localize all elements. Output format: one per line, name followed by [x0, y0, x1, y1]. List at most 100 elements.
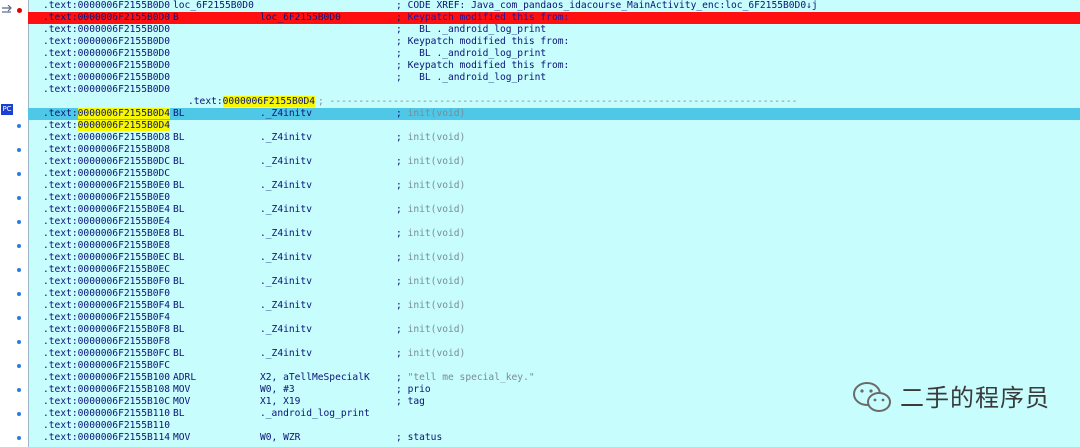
line-dot-icon[interactable]: [17, 340, 21, 344]
row-mnemonic[interactable]: BL: [173, 180, 185, 192]
line-dot-icon[interactable]: [17, 172, 21, 176]
listing-row[interactable]: .text:0000006F2155B0E8 BL ._Z4initv ; init(…: [28, 228, 1080, 240]
row-address[interactable]: .text:0000006F2155B0D0: [43, 60, 170, 72]
left-gutter[interactable]: PC: [0, 0, 29, 447]
row-mnemonic[interactable]: BL: [173, 324, 185, 336]
row-address[interactable]: .text:0000006F2155B0E8: [43, 228, 170, 240]
row-address[interactable]: .text:0000006F2155B110: [43, 420, 170, 432]
row-mnemonic[interactable]: MOV: [173, 396, 190, 408]
row-address[interactable]: .text:0000006F2155B0E8: [43, 240, 170, 252]
listing-row[interactable]: .text:0000006F2155B0F4: [28, 312, 1080, 324]
row-address[interactable]: .text:0000006F2155B100: [43, 372, 170, 384]
listing-row[interactable]: .text:0000006F2155B0D0 Bloc_6F2155B0D0 ; K…: [28, 12, 1080, 24]
listing-row[interactable]: .text:0000006F2155B0D0 loc_6F2155B0D0 ; CO…: [28, 0, 1080, 12]
line-dot-icon[interactable]: [17, 292, 21, 296]
listing-row[interactable]: .text:0000006F2155B0D8: [28, 144, 1080, 156]
listing-row[interactable]: .text:0000006F2155B0E8: [28, 240, 1080, 252]
row-mnemonic[interactable]: loc_6F2155B0D0: [173, 0, 254, 12]
listing-row[interactable]: .text:0000006F2155B0D4: [28, 120, 1080, 132]
listing-row[interactable]: .text:0000006F2155B0F8 BL ._Z4initv ; init(…: [28, 324, 1080, 336]
row-mnemonic[interactable]: BL: [173, 228, 185, 240]
row-address[interactable]: .text:0000006F2155B0D0: [43, 84, 170, 96]
row-operand[interactable]: ._Z4initv: [260, 180, 312, 192]
row-address[interactable]: .text:0000006F2155B0F4: [43, 300, 170, 312]
row-address[interactable]: .text:0000006F2155B0F8: [43, 324, 170, 336]
listing-row[interactable]: .text:0000006F2155B114 MOV W0, WZR ; status: [28, 432, 1080, 444]
row-address[interactable]: .text:0000006F2155B0F8: [43, 336, 170, 348]
row-mnemonic[interactable]: BL: [173, 276, 185, 288]
row-operand[interactable]: W0, #3: [260, 384, 295, 396]
row-operand[interactable]: loc_6F2155B0D0: [260, 12, 341, 24]
row-operand[interactable]: X1, X19: [260, 396, 300, 408]
row-operand[interactable]: ._Z4initv: [260, 252, 312, 264]
row-address[interactable]: .text:0000006F2155B0E0: [43, 192, 170, 204]
row-address[interactable]: .text:0000006F2155B0EC: [43, 264, 170, 276]
listing-row[interactable]: .text:0000006F2155B0E4: [28, 216, 1080, 228]
row-operand[interactable]: ._Z4initv: [260, 132, 312, 144]
row-address[interactable]: .text:0000006F2155B0FC: [43, 348, 170, 360]
listing-row[interactable]: .text:0000006F2155B0D0 ; BL ._android_log…: [28, 72, 1080, 84]
line-dot-icon[interactable]: [17, 220, 21, 224]
listing-row[interactable]: .text:0000006F2155B0F0: [28, 288, 1080, 300]
row-address[interactable]: .text:0000006F2155B0F0: [43, 288, 170, 300]
row-address[interactable]: .text:0000006F2155B0D0: [43, 36, 170, 48]
row-mnemonic[interactable]: ADRL: [173, 372, 196, 384]
row-operand[interactable]: W0, WZR: [260, 432, 300, 444]
listing-row[interactable]: .text:0000006F2155B0D8 BL ._Z4initv ; init(…: [28, 132, 1080, 144]
listing-row[interactable]: .text:0000006F2155B0EC BL ._Z4initv ; init(…: [28, 252, 1080, 264]
row-operand[interactable]: ._android_log_print: [260, 408, 370, 420]
listing-row[interactable]: .text:0000006F2155B0D4 BL ._Z4initv ; init(…: [28, 108, 1080, 120]
row-operand[interactable]: ._Z4initv: [260, 228, 312, 240]
row-address[interactable]: .text:0000006F2155B0D0: [43, 12, 170, 24]
breakpoint-icon[interactable]: [17, 8, 22, 13]
row-address[interactable]: .text:0000006F2155B10C: [43, 396, 170, 408]
row-address[interactable]: .text:0000006F2155B0D4: [43, 108, 171, 120]
row-address[interactable]: .text:0000006F2155B0D4: [188, 96, 316, 108]
row-address[interactable]: .text:0000006F2155B0D0: [43, 72, 170, 84]
line-dot-icon[interactable]: [17, 412, 21, 416]
row-address[interactable]: .text:0000006F2155B0E4: [43, 204, 170, 216]
row-address[interactable]: .text:0000006F2155B0D4: [43, 120, 171, 132]
listing-row[interactable]: .text:0000006F2155B110: [28, 420, 1080, 432]
row-operand[interactable]: ._Z4initv: [260, 348, 312, 360]
listing-row[interactable]: .text:0000006F2155B0D0 ; Keypatch modifie…: [28, 36, 1080, 48]
listing-row[interactable]: .text:0000006F2155B0E4 BL ._Z4initv ; init(…: [28, 204, 1080, 216]
listing-row[interactable]: .text:0000006F2155B0E0 BL ._Z4initv ; init(…: [28, 180, 1080, 192]
row-mnemonic[interactable]: B: [173, 12, 179, 24]
row-mnemonic[interactable]: BL: [173, 132, 185, 144]
line-dot-icon[interactable]: [17, 388, 21, 392]
listing-row[interactable]: .text:0000006F2155B0DC BL ._Z4initv ; init(…: [28, 156, 1080, 168]
row-operand[interactable]: ._Z4initv: [260, 204, 312, 216]
listing-row[interactable]: .text:0000006F2155B0F4 BL ._Z4initv ; init(…: [28, 300, 1080, 312]
row-mnemonic[interactable]: BL: [173, 300, 185, 312]
listing-row[interactable]: .text:0000006F2155B0D0 ; BL ._android_log…: [28, 24, 1080, 36]
listing-row[interactable]: .text:0000006F2155B0DC: [28, 168, 1080, 180]
line-dot-icon[interactable]: [17, 316, 21, 320]
row-mnemonic[interactable]: BL: [173, 156, 185, 168]
line-dot-icon[interactable]: [17, 244, 21, 248]
line-dot-icon[interactable]: [17, 148, 21, 152]
listing-row[interactable]: .text:0000006F2155B0D4; ----------------…: [173, 96, 1080, 108]
line-dot-icon[interactable]: [17, 268, 21, 272]
row-mnemonic[interactable]: BL: [173, 408, 185, 420]
row-address[interactable]: .text:0000006F2155B0E4: [43, 216, 170, 228]
row-address[interactable]: .text:0000006F2155B108: [43, 384, 170, 396]
row-operand[interactable]: X2, aTellMeSpecialK: [260, 372, 370, 384]
row-address[interactable]: .text:0000006F2155B114: [43, 432, 170, 444]
listing-row[interactable]: .text:0000006F2155B0EC: [28, 264, 1080, 276]
row-address[interactable]: .text:0000006F2155B0D0: [43, 0, 170, 12]
row-mnemonic[interactable]: MOV: [173, 384, 190, 396]
line-dot-icon[interactable]: [17, 196, 21, 200]
row-address[interactable]: .text:0000006F2155B110: [43, 408, 170, 420]
listing-row[interactable]: .text:0000006F2155B0FC: [28, 360, 1080, 372]
row-operand[interactable]: ._Z4initv: [260, 300, 312, 312]
row-address[interactable]: .text:0000006F2155B0D0: [43, 24, 170, 36]
row-address[interactable]: .text:0000006F2155B0EC: [43, 252, 170, 264]
row-operand[interactable]: ._Z4initv: [260, 276, 312, 288]
row-address[interactable]: .text:0000006F2155B0DC: [43, 168, 170, 180]
line-dot-icon[interactable]: [17, 364, 21, 368]
line-dot-icon[interactable]: [17, 436, 21, 440]
row-address[interactable]: .text:0000006F2155B0F0: [43, 276, 170, 288]
row-address[interactable]: .text:0000006F2155B0D8: [43, 144, 170, 156]
line-dot-icon[interactable]: [17, 124, 21, 128]
